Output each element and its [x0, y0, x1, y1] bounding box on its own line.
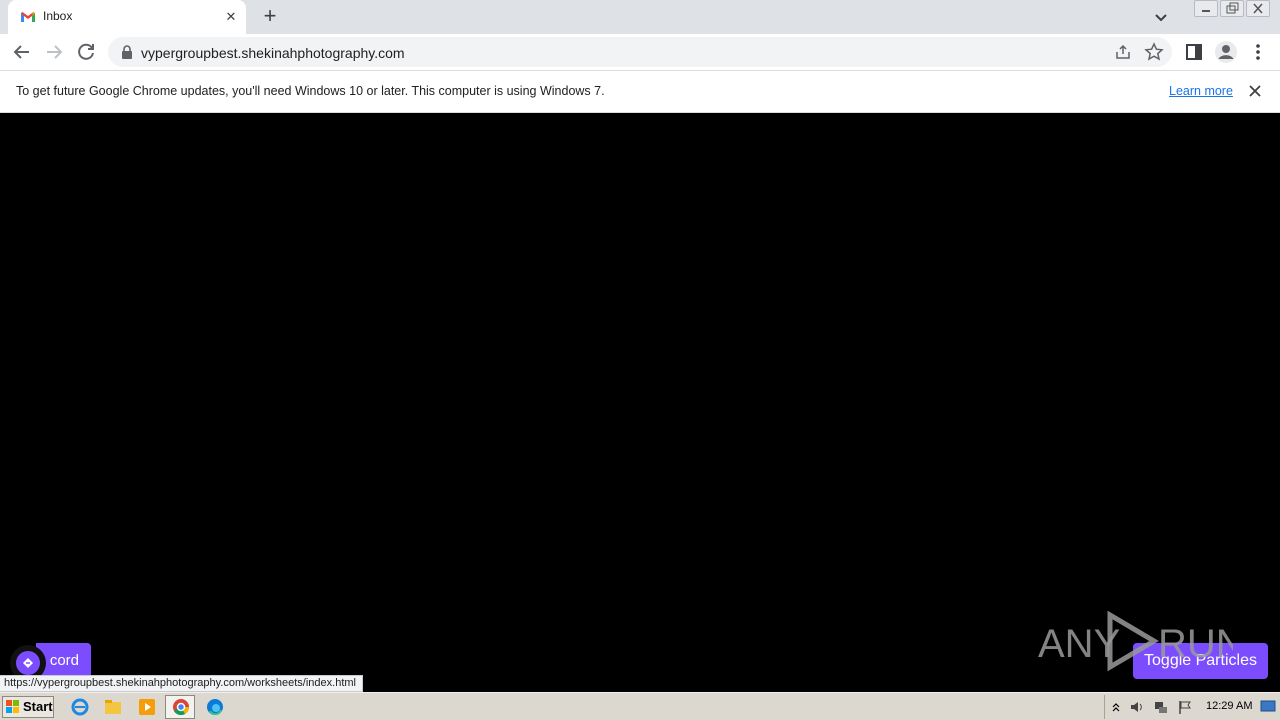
learn-more-link[interactable]: Learn more [1169, 84, 1233, 98]
diamond-icon [16, 651, 40, 675]
tab-title: Inbox [43, 9, 73, 23]
tab-search-chevron-icon[interactable] [1150, 6, 1172, 28]
window-controls [1194, 0, 1270, 18]
profile-avatar-icon[interactable] [1214, 40, 1238, 64]
tab-inbox[interactable]: Inbox ✕ [8, 0, 246, 34]
side-panel-icon[interactable] [1182, 40, 1206, 64]
close-window-button[interactable] [1246, 0, 1270, 17]
tray-expand-icon[interactable] [1111, 700, 1121, 714]
gmail-icon [21, 12, 35, 22]
forward-arrow-icon[interactable] [42, 40, 66, 64]
restore-icon [1226, 2, 1239, 14]
minimize-button[interactable] [1194, 0, 1218, 17]
internet-explorer-icon[interactable] [70, 697, 90, 717]
volume-icon[interactable] [1129, 699, 1145, 715]
reload-icon[interactable] [74, 40, 98, 64]
address-bar[interactable]: vypergroupbest.shekinahphotography.com [108, 37, 1172, 67]
browser-toolbar: vypergroupbest.shekinahphotography.com [0, 34, 1280, 71]
chrome-icon [173, 699, 190, 716]
infobar-close-icon[interactable] [1246, 82, 1264, 100]
system-clock: 12:29 AM [1206, 700, 1253, 712]
back-arrow-icon[interactable] [10, 40, 34, 64]
media-player-icon[interactable] [137, 697, 157, 717]
start-button[interactable]: Start [2, 696, 54, 718]
start-label: Start [23, 699, 53, 714]
svg-text:RUN: RUN [1158, 622, 1233, 666]
chrome-taskbar-button[interactable] [165, 695, 195, 719]
anyrun-watermark: ANY RUN [1038, 611, 1233, 672]
system-tray [1104, 695, 1280, 719]
update-infobar: To get future Google Chrome updates, you… [0, 71, 1280, 113]
network-icon[interactable] [1153, 699, 1169, 715]
tab-close-icon[interactable]: ✕ [222, 8, 240, 26]
edge-icon[interactable] [205, 697, 225, 717]
windows-taskbar: Start 12:29 AM [0, 692, 1280, 720]
page-content: cord Toggle Particles ANY RUN https://vy… [0, 113, 1280, 692]
tab-strip: Inbox ✕ + [0, 0, 1280, 34]
windows-flag-icon [6, 700, 19, 713]
lock-icon[interactable] [120, 44, 134, 60]
infobar-message: To get future Google Chrome updates, you… [16, 84, 605, 98]
close-icon [1253, 3, 1263, 14]
restore-button[interactable] [1220, 0, 1244, 17]
new-tab-button[interactable]: + [258, 5, 282, 29]
status-bubble-url: https://vypergroupbest.shekinahphotograp… [0, 675, 363, 692]
url-text[interactable]: vypergroupbest.shekinahphotography.com [141, 45, 405, 61]
menu-dots-icon[interactable] [1246, 40, 1270, 64]
minimize-icon [1202, 10, 1210, 12]
action-center-flag-icon[interactable] [1177, 699, 1193, 715]
file-explorer-icon[interactable] [103, 697, 123, 717]
bookmark-star-icon[interactable] [1144, 42, 1164, 62]
share-icon[interactable] [1114, 43, 1132, 61]
show-desktop-icon[interactable] [1260, 700, 1276, 714]
